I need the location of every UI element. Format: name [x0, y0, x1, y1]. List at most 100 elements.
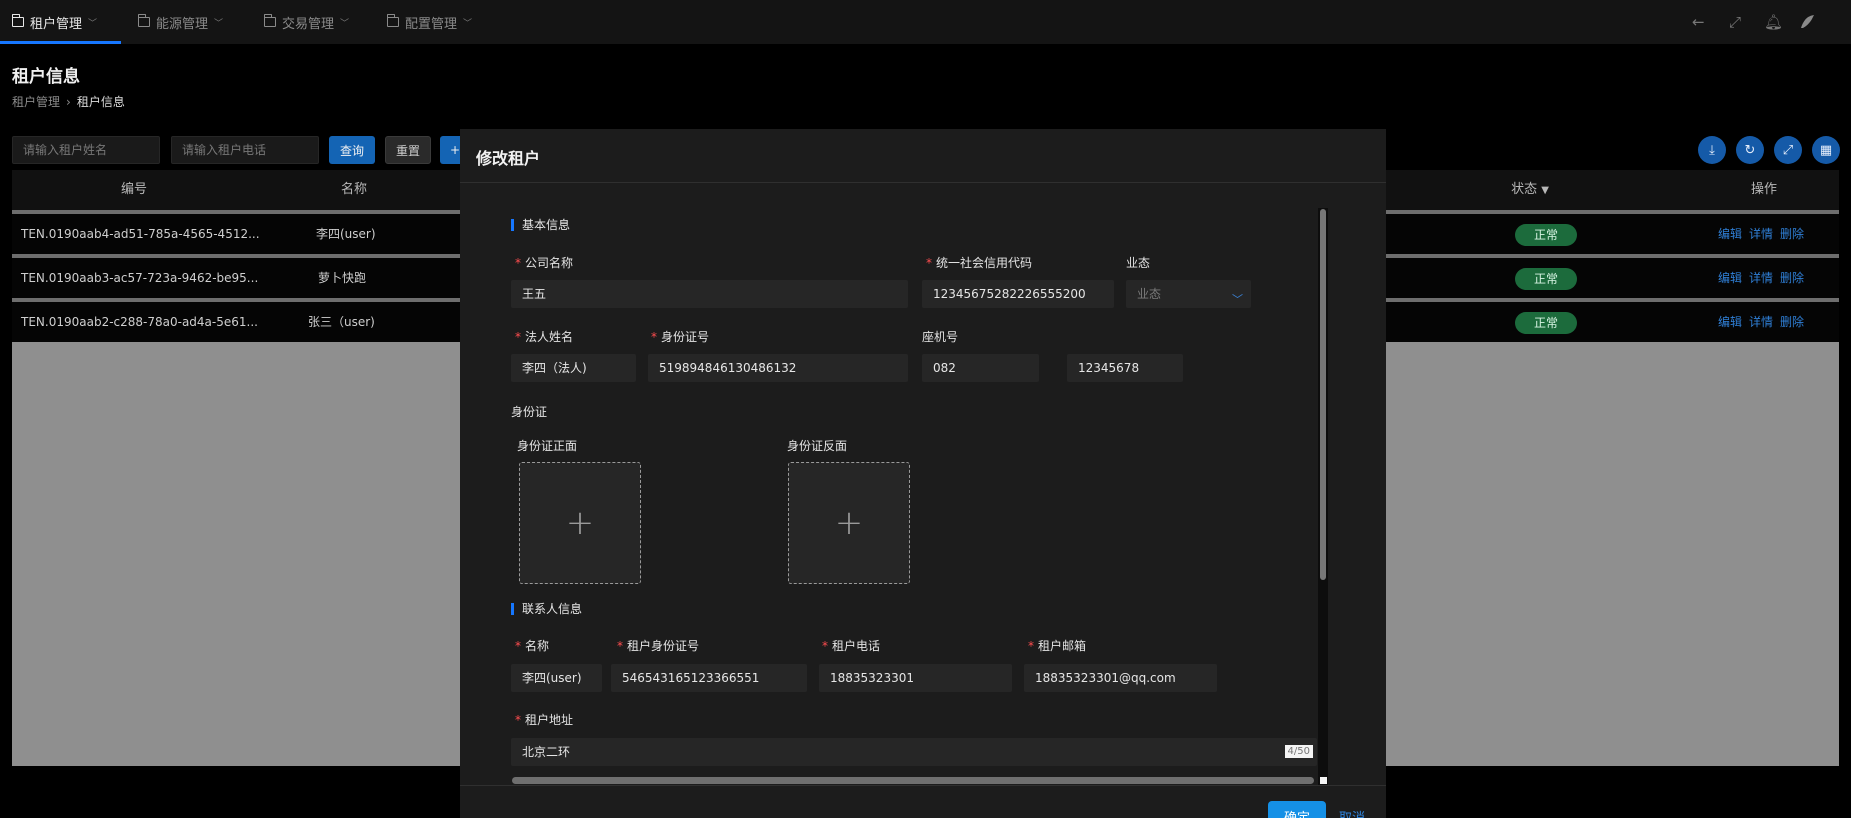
breadcrumb: 租户管理 › 租户信息 — [12, 93, 125, 110]
company-name-label: * 公司名称 — [515, 256, 574, 270]
contact-name-input[interactable]: 李四(user) — [511, 664, 602, 692]
chevron-down-icon: ﹀ — [1232, 293, 1243, 306]
delete-link[interactable]: 删除 — [1780, 258, 1804, 298]
avatar[interactable] — [1798, 0, 1816, 44]
edit-link[interactable]: 编辑 — [1718, 302, 1742, 342]
credit-code-input[interactable]: 12345675282226555200 — [922, 280, 1114, 308]
download-icon[interactable]: ⤓ — [1698, 136, 1726, 164]
query-button[interactable]: 查询 — [329, 136, 375, 164]
edit-link[interactable]: 编辑 — [1718, 258, 1742, 298]
folder-icon — [12, 14, 24, 27]
folder-icon — [264, 14, 276, 27]
vertical-scrollbar[interactable] — [1320, 209, 1326, 580]
nav-label: 配置管理 — [405, 16, 458, 32]
contact-info-section-title: 联系人信息 — [511, 603, 582, 615]
plus-icon: + — [565, 503, 595, 543]
plus-icon: + — [834, 503, 864, 543]
edit-tenant-modal: 修改租户 基本信息 * 公司名称 王五 * 统一社会信用代码 12345675282… — [460, 129, 1386, 818]
nav-label: 能源管理 — [156, 16, 209, 32]
business-type-placeholder: 业态 — [1137, 287, 1162, 301]
nav-label: 租户管理 — [30, 16, 83, 32]
status-badge: 正常 — [1515, 224, 1577, 246]
tenant-email-label: * 租户邮箱 — [1028, 639, 1087, 653]
tenant-name-search-input[interactable]: 请输入租户姓名 — [12, 136, 160, 164]
nav-energy-management[interactable]: 能源管理 ﹀ — [138, 0, 223, 44]
tenant-id-label: * 租户身份证号 — [617, 639, 700, 653]
landline-number-input[interactable]: 12345678 — [1067, 354, 1183, 382]
tenant-address-input[interactable]: 北京二环 4/50 — [511, 738, 1317, 766]
folder-icon — [138, 14, 150, 27]
landline-area-input[interactable]: 082 — [922, 354, 1039, 382]
status-badge: 正常 — [1515, 312, 1577, 334]
reset-button[interactable]: 重置 — [385, 136, 431, 164]
legal-name-input[interactable]: 李四（法人) — [511, 354, 636, 382]
detail-link[interactable]: 详情 — [1749, 258, 1773, 298]
id-number-label: * 身份证号 — [651, 330, 710, 344]
expand-icon[interactable]: ⤢ — [1774, 136, 1802, 164]
column-header-name: 名称 — [340, 182, 367, 197]
id-card-front-upload[interactable]: + — [519, 462, 641, 584]
refresh-icon[interactable]: ↻ — [1736, 136, 1764, 164]
business-type-label: 业态 — [1126, 256, 1151, 270]
top-navigation: 租户管理 ﹀ 能源管理 ﹀ 交易管理 ﹀ 配置管理 ﹀ ← ⤢ 🔔︎ — [0, 0, 1851, 44]
delete-link[interactable]: 删除 — [1780, 214, 1804, 254]
horizontal-scrollbar[interactable] — [512, 777, 1314, 784]
chevron-right-icon: › — [66, 94, 71, 109]
nav-trade-management[interactable]: 交易管理 ﹀ — [264, 0, 349, 44]
cell-id: TEN.0190aab3-ac57-723a-9462-be95... — [21, 271, 259, 285]
id-card-front-label: 身份证正面 — [517, 439, 578, 453]
chevron-down-icon: ﹀ — [463, 18, 473, 29]
active-tab-indicator — [0, 41, 121, 44]
character-count: 4/50 — [1284, 745, 1313, 758]
edit-link[interactable]: 编辑 — [1718, 214, 1742, 254]
id-number-input[interactable]: 519894846130486132 — [648, 354, 908, 382]
cell-id: TEN.0190aab4-ad51-785a-4565-4512... — [21, 227, 260, 241]
chevron-down-icon: ﹀ — [340, 18, 350, 29]
tenant-id-input[interactable]: 546543165123366551 — [611, 664, 807, 692]
cell-name: 萝卜快跑 — [318, 271, 367, 285]
landline-label: 座机号 — [922, 330, 959, 344]
nav-config-management[interactable]: 配置管理 ﹀ — [387, 0, 472, 44]
filter-icon[interactable]: ▼ — [1541, 185, 1549, 196]
bell-icon[interactable]: 🔔︎ — [1764, 0, 1783, 44]
basic-info-section-title: 基本信息 — [511, 219, 570, 231]
column-header-ops: 操作 — [1750, 182, 1777, 197]
contact-name-label: * 名称 — [515, 639, 550, 653]
cell-id: TEN.0190aab2-c288-78a0-ad4a-5e61... — [21, 315, 258, 329]
cell-name: 张三（user) — [308, 315, 375, 329]
delete-link[interactable]: 删除 — [1780, 302, 1804, 342]
legal-name-label: * 法人姓名 — [515, 330, 574, 344]
fullscreen-icon[interactable]: ⤢ — [1729, 0, 1741, 44]
status-badge: 正常 — [1515, 268, 1577, 290]
tenant-address-label: * 租户地址 — [515, 713, 574, 727]
nav-tenant-management[interactable]: 租户管理 ﹀ — [12, 0, 97, 44]
tenant-phone-search-input[interactable]: 请输入租户电话 — [171, 136, 319, 164]
chevron-down-icon: ﹀ — [88, 18, 98, 29]
tenant-address-value: 北京二环 — [522, 745, 571, 759]
page-title: 租户信息 — [12, 67, 80, 87]
credit-code-label: * 统一社会信用代码 — [926, 256, 1033, 270]
confirm-button[interactable]: 确定 — [1268, 801, 1326, 818]
back-icon[interactable]: ← — [1692, 0, 1705, 44]
column-header-status[interactable]: 状态 ▼ — [1505, 170, 1555, 210]
tenant-phone-input[interactable]: 18835323301 — [819, 664, 1012, 692]
columns-icon[interactable]: ▦ — [1812, 136, 1840, 164]
business-type-select[interactable]: 业态 ﹀ — [1126, 280, 1251, 308]
modal-footer-divider — [460, 785, 1386, 786]
tenant-phone-label: * 租户电话 — [822, 639, 881, 653]
tenant-email-input[interactable]: 18835323301@qq.com — [1024, 664, 1217, 692]
chevron-down-icon: ﹀ — [214, 18, 224, 29]
folder-icon — [387, 14, 399, 27]
scrollbar-corner — [1320, 777, 1327, 784]
breadcrumb-current: 租户信息 — [76, 95, 125, 109]
detail-link[interactable]: 详情 — [1749, 214, 1773, 254]
id-card-back-upload[interactable]: + — [788, 462, 910, 584]
cell-name: 李四(user) — [316, 227, 376, 241]
cancel-button[interactable]: 取消 — [1334, 801, 1370, 818]
company-name-input[interactable]: 王五 — [511, 280, 908, 308]
modal-title: 修改租户 — [476, 149, 541, 168]
breadcrumb-item[interactable]: 租户管理 — [12, 93, 60, 110]
detail-link[interactable]: 详情 — [1749, 302, 1773, 342]
modal-divider — [460, 182, 1386, 183]
id-card-label: 身份证 — [511, 405, 548, 419]
